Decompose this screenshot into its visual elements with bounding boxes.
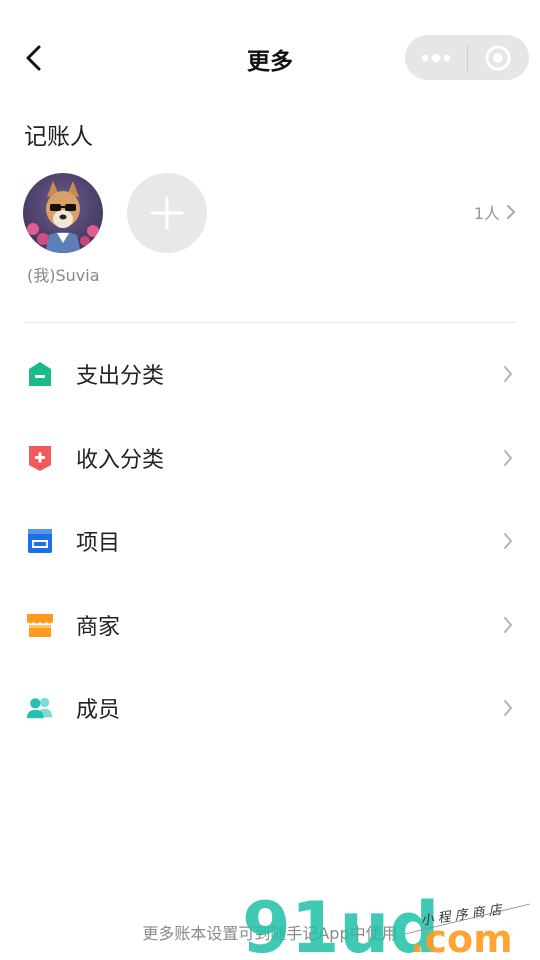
- section-divider: [24, 322, 516, 323]
- menu-item-expense-category[interactable]: 支出分类: [0, 334, 540, 414]
- more-options-button[interactable]: [405, 35, 467, 80]
- bookkeeper-count-link[interactable]: 1人: [474, 200, 516, 224]
- add-bookkeeper-button[interactable]: [127, 173, 207, 253]
- income-category-icon: [26, 444, 54, 472]
- menu-item-members[interactable]: 成员: [0, 668, 540, 748]
- close-miniprogram-button[interactable]: [467, 35, 529, 80]
- menu-item-label: 项目: [76, 531, 121, 556]
- bookkeeper-count: 1人: [473, 204, 500, 223]
- chevron-right-icon: [498, 615, 518, 635]
- miniprogram-capsule: [405, 35, 529, 80]
- avatar[interactable]: [23, 173, 103, 253]
- watermark-logo: 91ud .com 小 程 序 商 店: [242, 890, 531, 960]
- menu-item-project[interactable]: 项目: [0, 501, 540, 581]
- chevron-right-icon: [498, 364, 518, 384]
- members-icon: [26, 694, 54, 722]
- more-dots-icon: [421, 53, 450, 62]
- menu-item-merchant[interactable]: 商家: [0, 585, 540, 665]
- chevron-right-icon: [498, 531, 518, 551]
- bookkeepers-title: 记账人: [24, 124, 93, 150]
- chevron-right-icon: [507, 205, 515, 219]
- menu-item-label: 成员: [76, 698, 121, 723]
- dog-avatar-icon: [23, 173, 103, 253]
- target-circle-icon: [485, 45, 511, 70]
- chevron-right-icon: [498, 448, 518, 468]
- menu-item-label: 商家: [76, 615, 121, 640]
- plus-icon: [150, 196, 184, 230]
- expense-category-icon: [26, 360, 54, 388]
- chevron-right-icon: [498, 698, 518, 718]
- my-nickname: (我)Suvia: [27, 266, 100, 285]
- merchant-icon: [26, 611, 54, 639]
- menu-item-label: 支出分类: [76, 364, 165, 389]
- menu-item-label: 收入分类: [76, 448, 165, 473]
- project-icon: [26, 527, 54, 555]
- menu-item-income-category[interactable]: 收入分类: [0, 418, 540, 498]
